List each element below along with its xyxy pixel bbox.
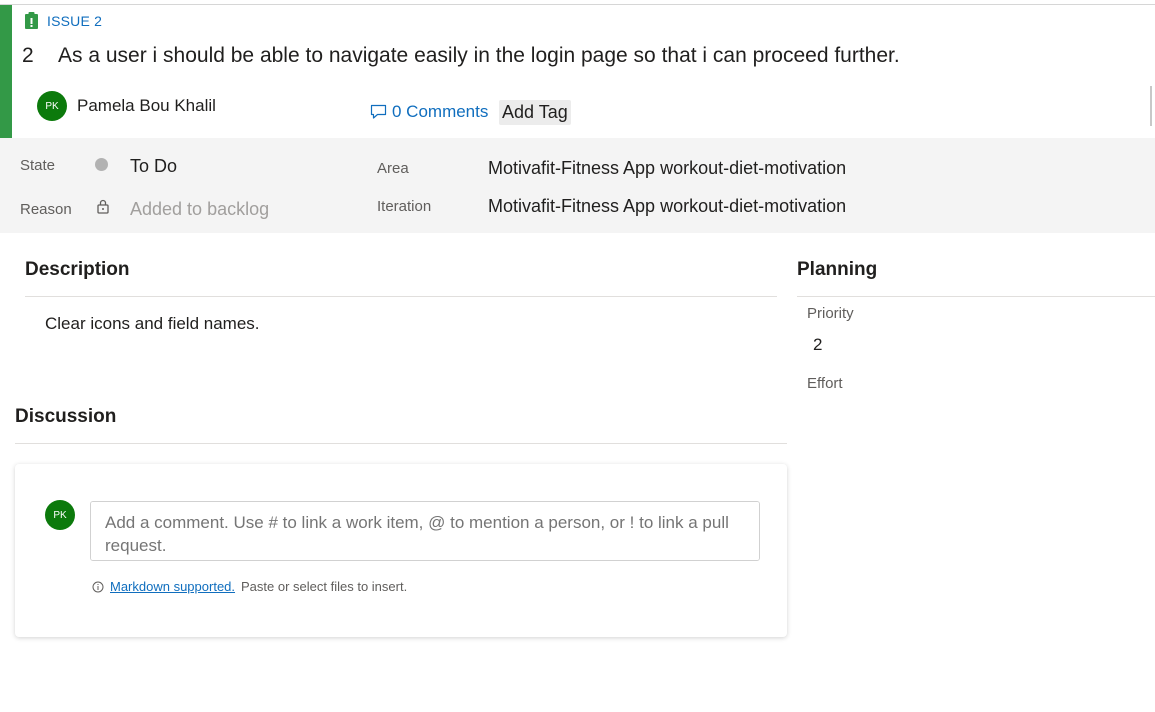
priority-field[interactable]: 2 [813,335,822,355]
avatar: PK [45,500,75,530]
description-editor[interactable]: Clear icons and field names. [45,314,260,334]
priority-label: Priority [807,305,854,322]
comments-link[interactable]: 0 Comments [370,102,488,122]
work-item-type-label[interactable]: ISSUE 2 [47,13,102,29]
fields-panel: State To Do Reason Added to backlog Area… [0,138,1155,233]
lock-icon [97,199,109,214]
state-dropdown[interactable]: To Do [130,156,177,177]
area-label: Area [377,160,409,177]
reason-label: Reason [20,201,72,218]
iteration-label: Iteration [377,198,432,215]
comments-count[interactable]: 0 Comments [392,102,488,122]
assignee-name[interactable]: Pamela Bou Khalil [77,96,216,116]
header-scrollbar[interactable] [1150,86,1152,126]
markdown-note: Paste or select files to insert. [241,579,408,594]
area-picker[interactable]: Motivafit-Fitness App workout-diet-motiv… [488,158,846,179]
work-item-title-text[interactable]: As a user i should be able to navigate e… [58,44,900,67]
assignee-picker[interactable]: PK Pamela Bou Khalil [37,91,216,121]
work-item-id: 2 [22,44,34,67]
work-item-color-bar [0,5,12,138]
iteration-picker[interactable]: Motivafit-Fitness App workout-diet-motiv… [488,196,846,217]
description-heading[interactable]: Description [25,259,130,281]
state-indicator [95,158,108,171]
comment-input[interactable] [90,501,760,561]
comment-icon [370,104,387,119]
discussion-card: PK Markdown supported. Paste or select f… [15,464,787,637]
discussion-heading[interactable]: Discussion [15,406,116,428]
description-divider [25,296,777,297]
info-icon [92,581,104,592]
state-label: State [20,157,56,174]
avatar: PK [37,91,67,121]
work-item-type: ISSUE 2 [24,12,102,29]
planning-divider [797,296,1155,297]
planning-heading[interactable]: Planning [797,259,877,281]
markdown-link[interactable]: Markdown supported. [110,579,235,594]
work-item-title[interactable]: 2 As a user i should be able to navigate … [22,44,900,68]
reason-value: Added to backlog [130,199,270,219]
add-tag-button[interactable]: Add Tag [499,100,571,125]
effort-label: Effort [807,375,843,392]
markdown-hint: Markdown supported. Paste or select file… [92,579,407,594]
top-border [0,4,1155,5]
work-item-icon [25,12,38,29]
discussion-divider [15,443,787,444]
